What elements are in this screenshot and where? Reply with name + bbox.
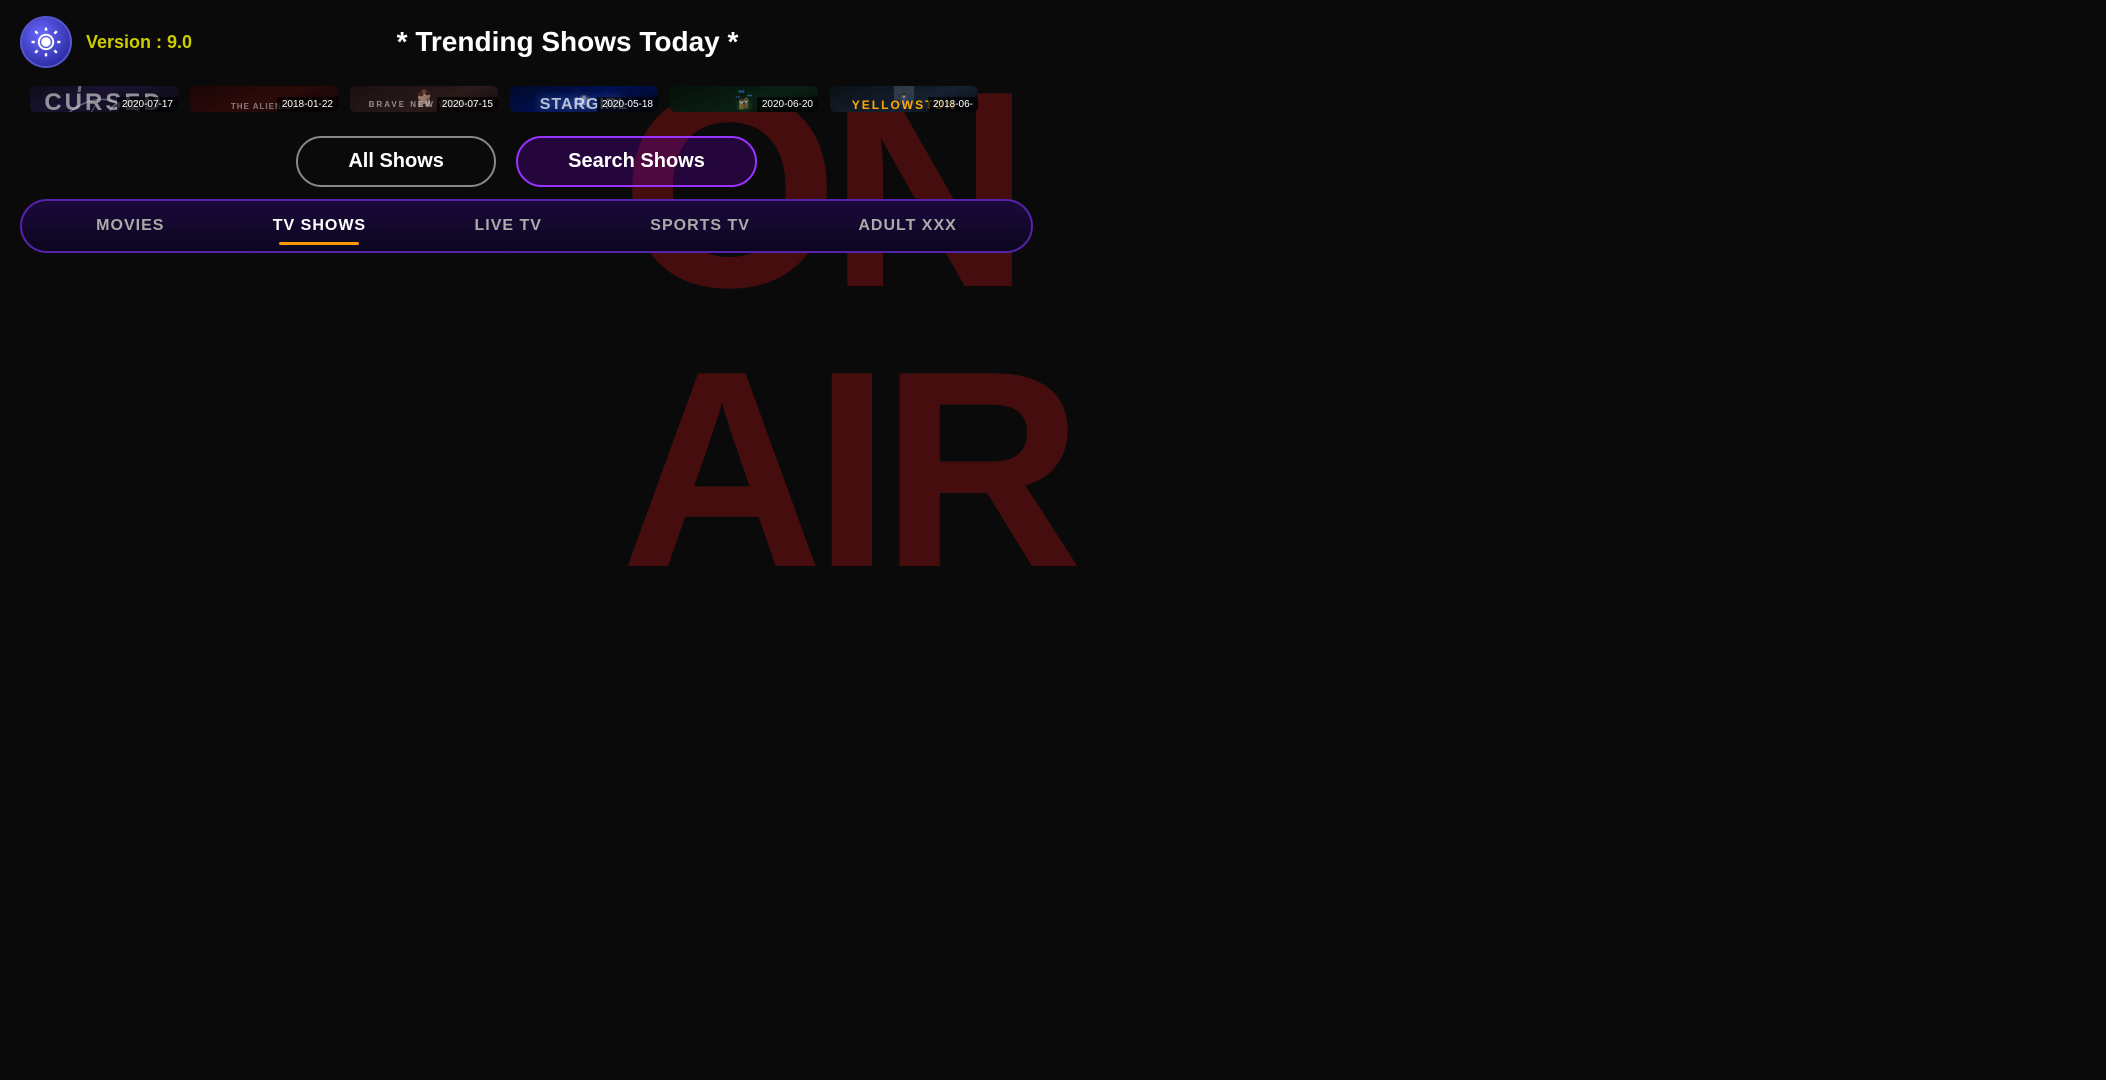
yellowstone-date: 2018-06- [928,97,978,112]
page-title: * Trending Shows Today * [192,26,943,58]
stargirl-date: 2020-05-18 [597,97,658,112]
show-card-okay[interactable]: It's Okay toNot Be Okay 2020-06-20 It's … [670,86,818,112]
tab-adult-xxx[interactable]: ADULT XXX [838,211,976,241]
tab-movies[interactable]: MOVIES [76,211,184,241]
alienist-date: 2018-01-22 [277,97,338,112]
brave-date: 2020-07-15 [437,97,498,112]
okay-date: 2020-06-20 [757,97,818,112]
settings-button[interactable] [20,16,72,68]
show-card-alienist[interactable]: THE ALIENISTANGEL OF DARKNESS 2018-01-22… [190,86,338,112]
show-card-brave[interactable]: BRAVE NEW WORLD 2020-07-15 Brave New W.. [350,86,498,112]
tab-live-tv[interactable]: LIVE TV [454,211,561,241]
trending-shows-row: CURSED 2020-07-17 Cursed [0,78,1053,122]
show-card-stargirl[interactable]: STARGIRL 2020-05-18 Stargirl [510,86,658,112]
bottom-nav: MOVIES TV SHOWS LIVE TV SPORTS TV ADULT … [20,199,1033,253]
cursed-date: 2020-07-17 [117,97,178,112]
show-card-yellowstone[interactable]: YELLOWSTON 2018-06- Yellowstone [830,86,978,112]
tab-tv-shows[interactable]: TV SHOWS [253,211,386,241]
action-buttons: All Shows Search Shows [0,122,1053,199]
gear-icon [30,26,62,58]
header: Version : 9.0 * Trending Shows Today * [0,0,1053,78]
show-card-cursed[interactable]: CURSED 2020-07-17 Cursed [30,86,178,112]
tab-sports-tv[interactable]: SPORTS TV [630,211,770,241]
all-shows-button[interactable]: All Shows [296,136,496,187]
search-shows-button[interactable]: Search Shows [516,136,757,187]
version-label: Version : 9.0 [86,32,192,53]
